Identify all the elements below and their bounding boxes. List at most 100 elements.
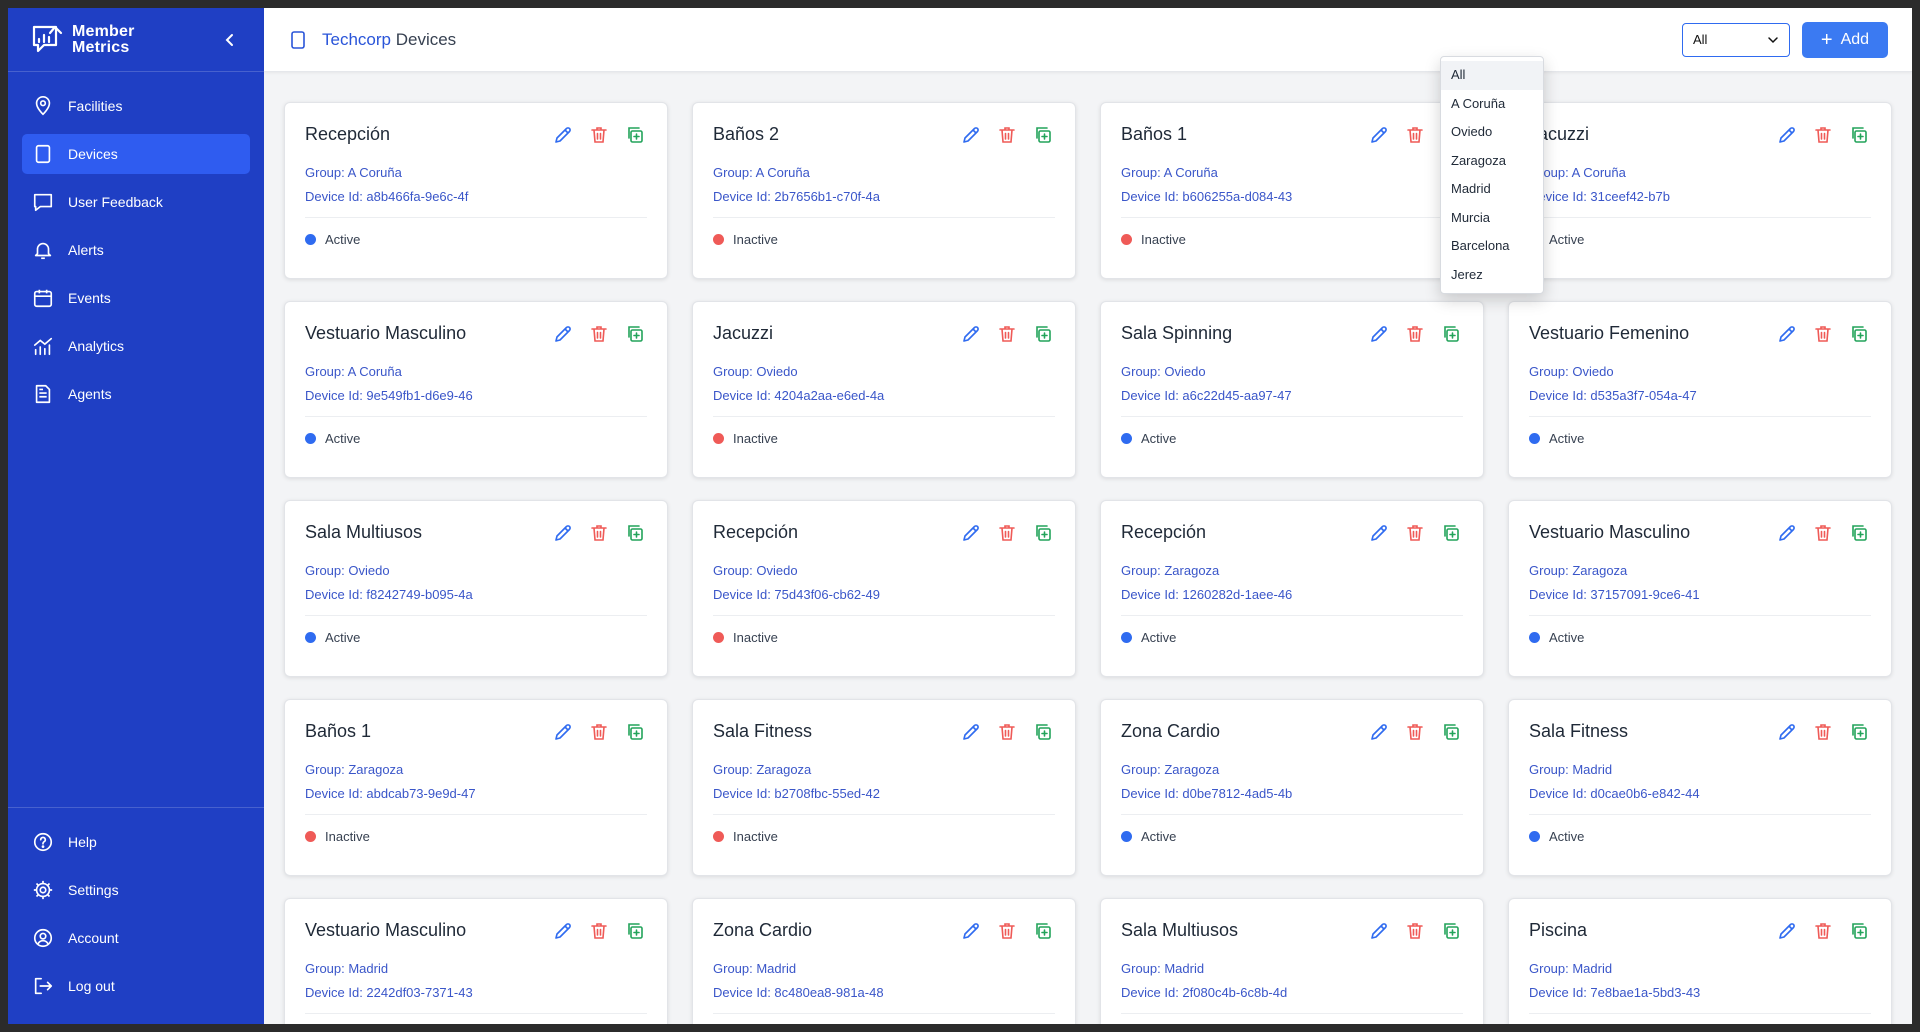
duplicate-device-button[interactable] xyxy=(1033,921,1053,941)
delete-device-button[interactable] xyxy=(589,523,609,543)
delete-device-button[interactable] xyxy=(1813,324,1833,344)
duplicate-device-button[interactable] xyxy=(625,722,645,742)
edit-device-button[interactable] xyxy=(553,722,573,742)
duplicate-device-button[interactable] xyxy=(1033,324,1053,344)
duplicate-device-button[interactable] xyxy=(1441,722,1461,742)
delete-device-button[interactable] xyxy=(1405,921,1425,941)
delete-device-button[interactable] xyxy=(589,324,609,344)
dropdown-option[interactable]: Madrid xyxy=(1441,175,1543,204)
edit-device-button[interactable] xyxy=(1369,921,1389,941)
device-card: Zona Cardio Group: Madrid Device Id: 8c4… xyxy=(692,898,1076,1024)
duplicate-device-button[interactable] xyxy=(1033,523,1053,543)
duplicate-device-button[interactable] xyxy=(1033,125,1053,145)
edit-device-button[interactable] xyxy=(961,921,981,941)
nav-item-facilities[interactable]: Facilities xyxy=(22,86,250,126)
nav-item-events[interactable]: Events xyxy=(22,278,250,318)
delete-device-button[interactable] xyxy=(1813,921,1833,941)
duplicate-device-button[interactable] xyxy=(1849,722,1869,742)
edit-device-button[interactable] xyxy=(1369,324,1389,344)
pencil-icon xyxy=(963,525,979,541)
nav-item-settings[interactable]: Settings xyxy=(22,870,250,910)
duplicate-device-button[interactable] xyxy=(1441,523,1461,543)
delete-device-button[interactable] xyxy=(589,722,609,742)
delete-device-button[interactable] xyxy=(589,921,609,941)
delete-device-button[interactable] xyxy=(1405,722,1425,742)
delete-device-button[interactable] xyxy=(997,921,1017,941)
device-card: Recepción Group: Zaragoza Device Id: 126… xyxy=(1100,500,1484,677)
nav-item-devices[interactable]: Devices xyxy=(22,134,250,174)
duplicate-icon xyxy=(1036,326,1051,342)
brand-line-1: Member xyxy=(72,22,135,40)
edit-device-button[interactable] xyxy=(553,921,573,941)
delete-device-button[interactable] xyxy=(997,722,1017,742)
nav-item-account[interactable]: Account xyxy=(22,918,250,958)
duplicate-icon xyxy=(628,326,643,342)
brand: Member Metrics xyxy=(8,8,264,72)
duplicate-device-button[interactable] xyxy=(1033,722,1053,742)
delete-device-button[interactable] xyxy=(589,125,609,145)
dropdown-option[interactable]: Zaragoza xyxy=(1441,147,1543,176)
edit-device-button[interactable] xyxy=(1369,523,1389,543)
edit-device-button[interactable] xyxy=(1777,921,1797,941)
edit-device-button[interactable] xyxy=(553,523,573,543)
edit-device-button[interactable] xyxy=(1777,722,1797,742)
dropdown-option[interactable]: Murcia xyxy=(1441,204,1543,233)
duplicate-device-button[interactable] xyxy=(625,324,645,344)
duplicate-device-button[interactable] xyxy=(625,125,645,145)
collapse-sidebar-button[interactable] xyxy=(218,28,242,52)
delete-device-button[interactable] xyxy=(1813,722,1833,742)
delete-device-button[interactable] xyxy=(1405,324,1425,344)
trash-icon xyxy=(1407,326,1423,342)
edit-device-button[interactable] xyxy=(1777,324,1797,344)
device-id: Device Id: b606255a-d084-43 xyxy=(1121,189,1293,204)
dropdown-option[interactable]: Jerez xyxy=(1441,261,1543,290)
edit-device-button[interactable] xyxy=(961,324,981,344)
delete-device-button[interactable] xyxy=(1405,523,1425,543)
dropdown-option[interactable]: Oviedo xyxy=(1441,118,1543,147)
edit-device-button[interactable] xyxy=(961,125,981,145)
trash-icon xyxy=(1407,127,1423,143)
nav-item-agents[interactable]: Agents xyxy=(22,374,250,414)
card-divider xyxy=(713,615,1055,616)
duplicate-device-button[interactable] xyxy=(1441,324,1461,344)
duplicate-device-button[interactable] xyxy=(625,921,645,941)
edit-device-button[interactable] xyxy=(1369,125,1389,145)
edit-device-button[interactable] xyxy=(1777,523,1797,543)
nav-item-user-feedback[interactable]: User Feedback xyxy=(22,182,250,222)
delete-device-button[interactable] xyxy=(997,125,1017,145)
nav-item-analytics[interactable]: Analytics xyxy=(22,326,250,366)
duplicate-icon xyxy=(1852,724,1867,740)
edit-device-button[interactable] xyxy=(1369,722,1389,742)
status-label: Inactive xyxy=(733,431,778,446)
dropdown-option[interactable]: All xyxy=(1441,61,1543,90)
device-card: Sala Spinning Group: Oviedo Device Id: a… xyxy=(1100,301,1484,478)
device-id: Device Id: 2f080c4b-6c8b-4d xyxy=(1121,985,1288,1000)
edit-device-button[interactable] xyxy=(553,324,573,344)
duplicate-icon xyxy=(628,923,643,939)
duplicate-device-button[interactable] xyxy=(1849,125,1869,145)
dropdown-option[interactable]: A Coruña xyxy=(1441,90,1543,119)
edit-device-button[interactable] xyxy=(1777,125,1797,145)
delete-device-button[interactable] xyxy=(1405,125,1425,145)
duplicate-device-button[interactable] xyxy=(1849,921,1869,941)
edit-device-button[interactable] xyxy=(553,125,573,145)
nav-item-help[interactable]: Help xyxy=(22,822,250,862)
status-dot xyxy=(305,831,316,842)
duplicate-device-button[interactable] xyxy=(1849,324,1869,344)
dropdown-option[interactable]: Barcelona xyxy=(1441,232,1543,261)
nav-item-logout[interactable]: Log out xyxy=(22,966,250,1006)
nav-item-alerts[interactable]: Alerts xyxy=(22,230,250,270)
delete-device-button[interactable] xyxy=(997,324,1017,344)
add-device-button[interactable]: + Add xyxy=(1802,21,1888,58)
duplicate-device-button[interactable] xyxy=(1849,523,1869,543)
duplicate-device-button[interactable] xyxy=(625,523,645,543)
duplicate-device-button[interactable] xyxy=(1441,921,1461,941)
delete-device-button[interactable] xyxy=(1813,125,1833,145)
group-filter-select[interactable]: All xyxy=(1682,22,1790,57)
edit-device-button[interactable] xyxy=(961,722,981,742)
delete-device-button[interactable] xyxy=(1813,523,1833,543)
edit-device-button[interactable] xyxy=(961,523,981,543)
status-dot xyxy=(305,234,316,245)
card-actions xyxy=(1777,324,1869,344)
delete-device-button[interactable] xyxy=(997,523,1017,543)
